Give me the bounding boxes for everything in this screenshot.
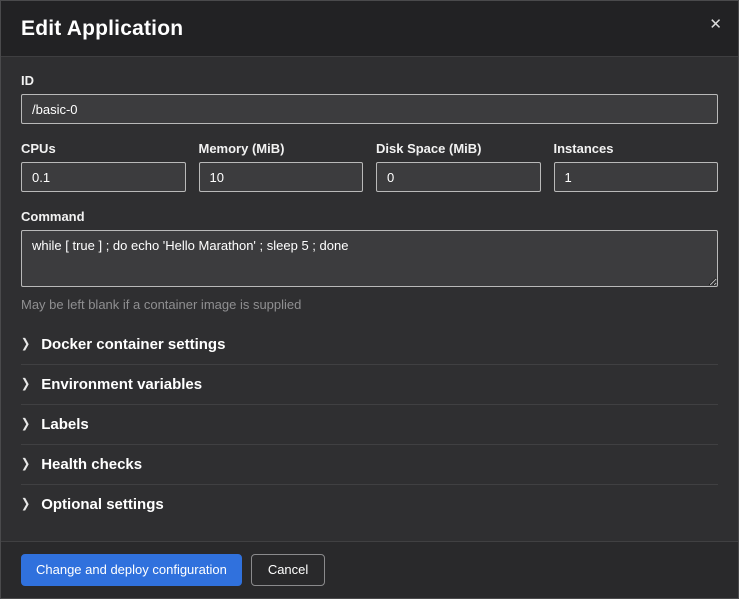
id-field-group: ID [21,73,718,124]
resources-row: CPUs Memory (MiB) Disk Space (MiB) Insta… [21,141,718,192]
disk-input[interactable] [376,162,541,192]
edit-application-modal: Edit Application ✕ ID CPUs Memory (MiB) … [0,0,739,599]
id-label: ID [21,73,718,88]
chevron-right-icon: ❯ [21,418,30,431]
disk-field-group: Disk Space (MiB) [376,141,541,192]
chevron-right-icon: ❯ [21,458,30,471]
section-label: Docker container settings [41,336,225,353]
instances-label: Instances [554,141,719,156]
section-label: Health checks [41,456,142,473]
command-label: Command [21,209,718,224]
section-health-checks[interactable]: ❯ Health checks [21,444,718,484]
instances-input[interactable] [554,162,719,192]
command-textarea[interactable]: while [ true ] ; do echo 'Hello Marathon… [21,230,718,287]
cancel-button[interactable]: Cancel [251,554,325,586]
chevron-right-icon: ❯ [21,338,30,351]
modal-body: ID CPUs Memory (MiB) Disk Space (MiB) In… [1,57,738,541]
id-input[interactable] [21,94,718,124]
memory-input[interactable] [199,162,364,192]
cpus-input[interactable] [21,162,186,192]
cpus-label: CPUs [21,141,186,156]
memory-label: Memory (MiB) [199,141,364,156]
section-optional-settings[interactable]: ❯ Optional settings [21,484,718,524]
disk-label: Disk Space (MiB) [376,141,541,156]
section-labels[interactable]: ❯ Labels [21,404,718,444]
section-label: Environment variables [41,376,202,393]
section-docker-container-settings[interactable]: ❯ Docker container settings [21,325,718,364]
close-icon[interactable]: ✕ [709,17,722,32]
instances-field-group: Instances [554,141,719,192]
section-environment-variables[interactable]: ❯ Environment variables [21,364,718,404]
section-label: Optional settings [41,496,164,513]
section-label: Labels [41,416,89,433]
cpus-field-group: CPUs [21,141,186,192]
chevron-right-icon: ❯ [21,498,30,511]
modal-title: Edit Application [21,17,718,41]
modal-header: Edit Application ✕ [1,1,738,57]
chevron-right-icon: ❯ [21,378,30,391]
change-and-deploy-button[interactable]: Change and deploy configuration [21,554,242,586]
command-help-text: May be left blank if a container image i… [21,297,718,312]
memory-field-group: Memory (MiB) [199,141,364,192]
modal-footer: Change and deploy configuration Cancel [1,541,738,598]
collapsible-sections: ❯ Docker container settings ❯ Environmen… [21,325,718,524]
command-field-group: Command while [ true ] ; do echo 'Hello … [21,209,718,312]
